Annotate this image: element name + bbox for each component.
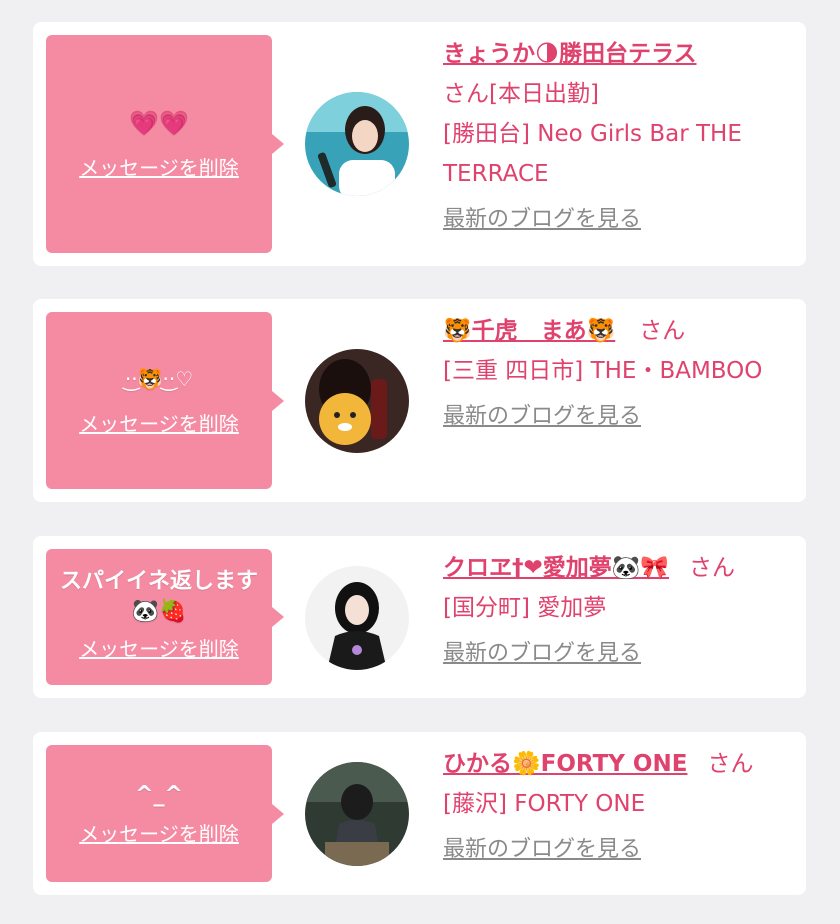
delete-message-link[interactable]: メッセージを削除 <box>79 408 239 437</box>
delete-message-link[interactable]: メッセージを削除 <box>79 633 239 662</box>
cast-name-link[interactable]: クロヱ†❤愛加夢🐼🎀 <box>443 555 669 581</box>
message-card: スパイイネ返します🐼🍓 メッセージを削除 クロヱ†❤愛加夢🐼🎀 さん [国分町] … <box>33 536 806 698</box>
shop-name: [三重 四日市] THE・BAMBOO <box>443 358 763 384</box>
cast-honorific: さん <box>639 318 686 344</box>
message-bubble: ^_^ メッセージを削除 <box>46 745 284 882</box>
avatar[interactable] <box>305 92 409 196</box>
cast-honorific: さん[本日出勤] <box>443 81 599 107</box>
message-bubble: スパイイネ返します🐼🍓 メッセージを削除 <box>46 549 284 685</box>
delete-message-link[interactable]: メッセージを削除 <box>79 152 239 181</box>
avatar[interactable] <box>305 566 409 670</box>
cast-name-link[interactable]: きょうか🌗勝田台テラス <box>443 41 697 67</box>
message-text: ·͜·🐯·͜·♡ <box>124 367 194 391</box>
delete-message-link[interactable]: メッセージを削除 <box>79 818 239 847</box>
cast-honorific: さん <box>689 555 736 581</box>
avatar-image <box>305 92 409 196</box>
blog-link[interactable]: 最新のブログを見る <box>443 397 641 437</box>
avatar-image <box>305 762 409 866</box>
message-bubble: 💗💗 メッセージを削除 <box>46 35 284 253</box>
message-card: ·͜·🐯·͜·♡ メッセージを削除 🐯千虎 まあ🐯 さん [三重 四日市] THE… <box>33 299 806 502</box>
cast-name-link[interactable]: 🐯千虎 まあ🐯 <box>443 318 615 344</box>
message-card: ^_^ メッセージを削除 ひかる🌼FORTY ONE さん [藤沢] FORTY … <box>33 732 806 895</box>
tiger-sticker-icon <box>319 393 371 445</box>
card-info: 🐯千虎 まあ🐯 さん [三重 四日市] THE・BAMBOO 最新のブログを見る <box>443 311 790 437</box>
message-text: スパイイネ返します🐼🍓 <box>59 568 258 624</box>
avatar-image <box>305 566 409 670</box>
message-text: 💗💗 <box>129 108 189 137</box>
avatar-image <box>305 349 409 453</box>
message-list: 💗💗 メッセージを削除 きょうか🌗勝田台テラス さん[本日出勤] [勝田台] N… <box>0 0 840 924</box>
blog-link[interactable]: 最新のブログを見る <box>443 200 641 240</box>
blog-link[interactable]: 最新のブログを見る <box>443 634 641 674</box>
cast-name-link[interactable]: ひかる🌼FORTY ONE <box>443 751 687 777</box>
message-bubble: ·͜·🐯·͜·♡ メッセージを削除 <box>46 312 284 489</box>
blog-link[interactable]: 最新のブログを見る <box>443 830 641 870</box>
message-text: ^_^ <box>135 782 183 807</box>
avatar[interactable] <box>305 762 409 866</box>
card-info: ひかる🌼FORTY ONE さん [藤沢] FORTY ONE 最新のブログを見る <box>443 744 790 870</box>
avatar[interactable] <box>305 349 409 453</box>
card-info: クロヱ†❤愛加夢🐼🎀 さん [国分町] 愛加夢 最新のブログを見る <box>443 548 790 674</box>
cast-honorific: さん <box>707 751 754 777</box>
card-info: きょうか🌗勝田台テラス さん[本日出勤] [勝田台] Neo Girls Bar… <box>443 34 790 240</box>
shop-name: [国分町] 愛加夢 <box>443 595 607 621</box>
shop-name: [勝田台] Neo Girls Bar THE TERRACE <box>443 121 742 187</box>
shop-name: [藤沢] FORTY ONE <box>443 791 646 817</box>
message-card: 💗💗 メッセージを削除 きょうか🌗勝田台テラス さん[本日出勤] [勝田台] N… <box>33 22 806 266</box>
